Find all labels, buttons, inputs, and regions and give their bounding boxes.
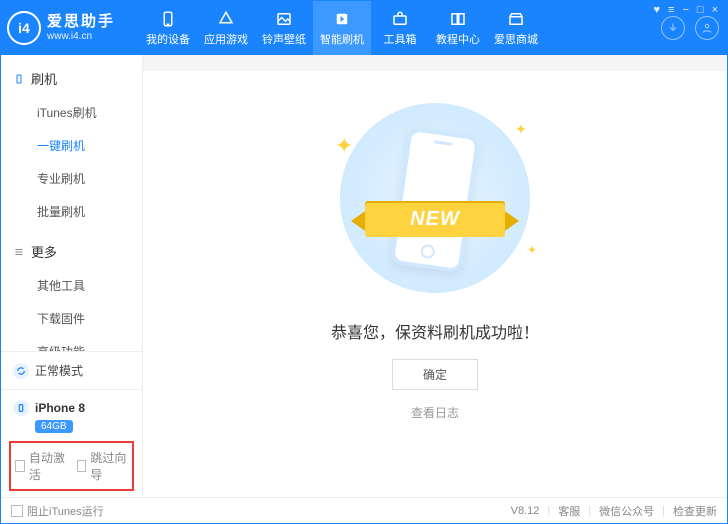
checkbox-block-itunes[interactable]: 阻止iTunes运行 xyxy=(11,503,104,519)
sidebar-item-advanced[interactable]: 高级功能 xyxy=(1,335,142,351)
menu-icon[interactable]: ≡ xyxy=(668,4,674,16)
user-button[interactable] xyxy=(695,16,719,40)
close-icon[interactable]: × xyxy=(712,4,718,16)
sidebar-item-pro-flash[interactable]: 专业刷机 xyxy=(1,162,142,195)
store-icon xyxy=(507,10,525,28)
toolbox-icon xyxy=(391,10,409,28)
nav-label: 工具箱 xyxy=(384,31,417,47)
main-toolbar xyxy=(143,55,727,71)
nav-apps[interactable]: 应用游戏 xyxy=(197,1,255,55)
nav-label: 智能刷机 xyxy=(320,31,364,47)
nav-label: 铃声壁纸 xyxy=(262,31,306,47)
phone-icon xyxy=(13,73,25,85)
nav-label: 应用游戏 xyxy=(204,31,248,47)
mode-label: 正常模式 xyxy=(35,362,83,379)
phone-icon xyxy=(13,400,29,416)
flash-icon xyxy=(333,10,351,28)
success-illustration: ✦ ✦ ✦ NEW xyxy=(315,103,555,293)
checkbox-auto-activate[interactable]: 自动激活 xyxy=(15,449,67,483)
view-log-link[interactable]: 查看日志 xyxy=(411,404,459,421)
checkbox-skip-setup[interactable]: 跳过向导 xyxy=(77,449,129,483)
sidebar-item-download-fw[interactable]: 下载固件 xyxy=(1,302,142,335)
sidebar-item-batch-flash[interactable]: 批量刷机 xyxy=(1,195,142,228)
image-icon xyxy=(275,10,293,28)
refresh-icon xyxy=(13,363,29,379)
nav-toolbox[interactable]: 工具箱 xyxy=(371,1,429,55)
nav-store[interactable]: 爱思商城 xyxy=(487,1,545,55)
update-link[interactable]: 检查更新 xyxy=(673,503,717,519)
sidebar-item-itunes-flash[interactable]: iTunes刷机 xyxy=(1,96,142,129)
nav-label: 爱思商城 xyxy=(494,31,538,47)
nav-tutorials[interactable]: 教程中心 xyxy=(429,1,487,55)
sidebar-section-more: 更多 xyxy=(1,236,142,267)
success-message: 恭喜您，保资料刷机成功啦！ xyxy=(331,319,539,343)
ribbon-label: NEW xyxy=(365,201,505,237)
brand: i4 爱思助手 www.i4.cn xyxy=(7,11,115,45)
brand-title: 爱思助手 xyxy=(47,13,115,31)
support-link[interactable]: 客服 xyxy=(558,503,580,519)
sparkle-icon: ✦ xyxy=(527,243,537,257)
apps-icon xyxy=(217,10,235,28)
nav-my-device[interactable]: 我的设备 xyxy=(139,1,197,55)
brand-url: www.i4.cn xyxy=(47,31,115,43)
book-icon xyxy=(449,10,467,28)
sidebar-item-other-tools[interactable]: 其他工具 xyxy=(1,269,142,302)
nav-label: 教程中心 xyxy=(436,31,480,47)
nav-ringtones[interactable]: 铃声壁纸 xyxy=(255,1,313,55)
nav-flash[interactable]: 智能刷机 xyxy=(313,1,371,55)
sparkle-icon: ✦ xyxy=(335,133,353,159)
version-label: V8.12 xyxy=(511,505,540,517)
storage-badge: 64GB xyxy=(35,420,73,433)
sidebar-item-oneclick-flash[interactable]: 一键刷机 xyxy=(1,129,142,162)
cart-icon[interactable]: ♥ xyxy=(654,4,661,16)
sparkle-icon: ✦ xyxy=(515,121,527,138)
brand-logo-icon: i4 xyxy=(7,11,41,45)
phone-icon xyxy=(159,10,177,28)
sidebar-section-flash: 刷机 xyxy=(1,63,142,94)
device-mode[interactable]: 正常模式 xyxy=(9,358,134,383)
download-button[interactable] xyxy=(661,16,685,40)
ok-button[interactable]: 确定 xyxy=(392,359,478,390)
wechat-link[interactable]: 微信公众号 xyxy=(599,503,654,519)
section-title: 刷机 xyxy=(31,69,57,88)
maximize-icon[interactable]: □ xyxy=(697,4,704,16)
section-title: 更多 xyxy=(31,242,57,261)
device-row[interactable]: iPhone 8 xyxy=(9,396,134,418)
minimize-icon[interactable]: − xyxy=(682,4,688,16)
list-icon xyxy=(13,246,25,258)
device-name: iPhone 8 xyxy=(35,401,85,415)
nav-label: 我的设备 xyxy=(146,31,190,47)
